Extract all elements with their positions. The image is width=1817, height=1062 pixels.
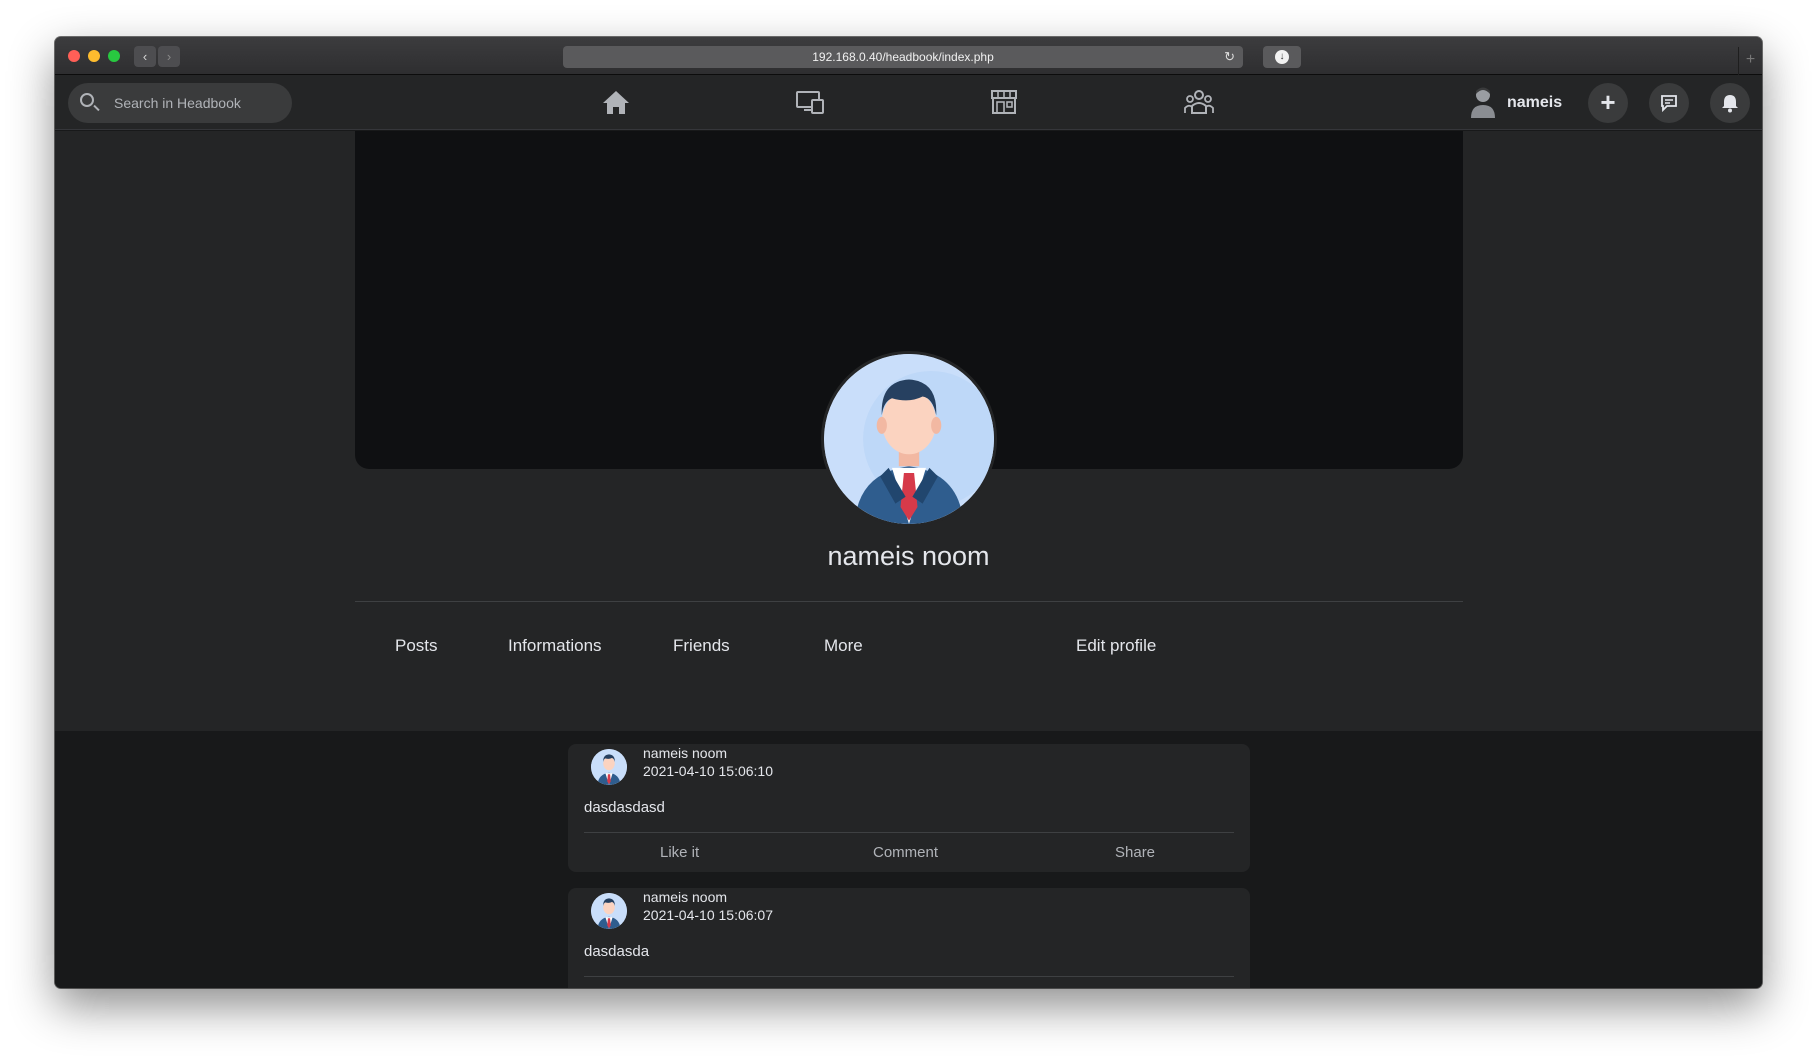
watch-icon[interactable]: [795, 88, 825, 116]
post-timestamp: 2021-04-10 15:06:10: [643, 763, 773, 779]
new-tab-button[interactable]: +: [1738, 47, 1762, 75]
post-author[interactable]: nameis noom: [643, 745, 727, 761]
post-author-avatar[interactable]: [591, 749, 627, 785]
url-text: 192.168.0.40/headbook/index.php: [812, 50, 994, 64]
download-icon: ↓: [1275, 50, 1289, 64]
post-author-avatar[interactable]: [591, 893, 627, 929]
username: nameis: [1507, 94, 1563, 111]
profile-name: nameis noom: [827, 541, 990, 571]
downloads-button[interactable]: ↓: [1263, 46, 1301, 68]
search-input[interactable]: Search in Headbook: [68, 83, 292, 123]
groups-icon[interactable]: [1184, 88, 1214, 116]
browser-window: ‹ › 192.168.0.40/headbook/index.php ↻ ↓ …: [55, 37, 1762, 988]
tab-friends[interactable]: Friends: [673, 636, 730, 656]
posts-feed: nameis noom 2021-04-10 15:06:10 dasdasda…: [55, 731, 1762, 988]
home-icon[interactable]: [601, 88, 631, 116]
tab-more[interactable]: More: [824, 636, 863, 656]
messenger-icon: [1661, 95, 1677, 113]
share-button[interactable]: Share: [1115, 844, 1155, 861]
post-card: nameis noom 2021-04-10 15:06:07 dasdasda: [568, 888, 1250, 988]
maximize-window-button[interactable]: [108, 50, 120, 62]
user-avatar-icon: [1470, 86, 1496, 118]
browser-titlebar: ‹ › 192.168.0.40/headbook/index.php ↻ ↓ …: [55, 37, 1762, 75]
profile-divider: [355, 601, 1463, 602]
app-navbar: Search in Headbook nameis +: [55, 75, 1762, 130]
post-divider: [584, 832, 1234, 833]
post-card: nameis noom 2021-04-10 15:06:10 dasdasda…: [568, 744, 1250, 872]
minimize-window-button[interactable]: [88, 50, 100, 62]
tab-posts[interactable]: Posts: [395, 636, 438, 656]
bell-icon: [1722, 95, 1738, 113]
marketplace-icon[interactable]: [989, 88, 1019, 116]
messenger-button[interactable]: [1649, 83, 1689, 123]
close-window-button[interactable]: [68, 50, 80, 62]
back-button[interactable]: ‹: [134, 46, 156, 67]
post-divider: [584, 976, 1234, 977]
search-icon: [80, 93, 94, 107]
comment-button[interactable]: Comment: [873, 844, 938, 861]
post-text: dasdasda: [584, 943, 650, 960]
edit-profile-button[interactable]: Edit profile: [1076, 636, 1156, 656]
post-text: dasdasdasd: [584, 799, 665, 816]
reload-icon[interactable]: ↻: [1224, 46, 1235, 68]
tab-informations[interactable]: Informations: [508, 636, 602, 656]
like-button[interactable]: Like it: [660, 844, 699, 861]
notifications-button[interactable]: [1710, 83, 1750, 123]
post-author[interactable]: nameis noom: [643, 889, 727, 905]
forward-button[interactable]: ›: [158, 46, 180, 67]
create-button[interactable]: +: [1588, 83, 1628, 123]
profile-avatar[interactable]: [821, 351, 997, 527]
profile-header: nameis noom Posts Informations Friends M…: [55, 131, 1762, 731]
address-bar[interactable]: 192.168.0.40/headbook/index.php ↻: [563, 46, 1243, 68]
search-placeholder: Search in Headbook: [114, 95, 241, 111]
post-timestamp: 2021-04-10 15:06:07: [643, 907, 773, 923]
